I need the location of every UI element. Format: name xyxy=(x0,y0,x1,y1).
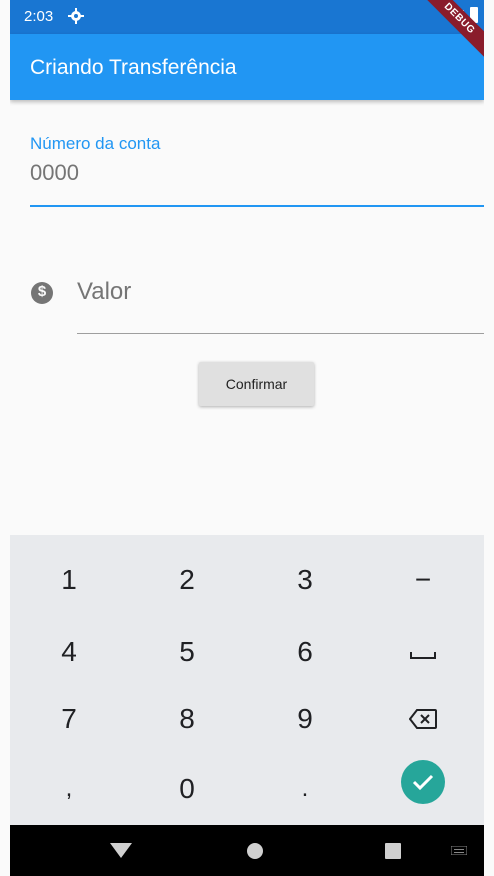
confirm-button[interactable]: Confirmar xyxy=(199,362,314,406)
key-5[interactable]: 5 xyxy=(128,618,246,686)
account-number-value[interactable]: 0000 xyxy=(30,160,484,186)
numeric-keyboard: 1 2 3 − 4 5 6 7 8 9 , 0 . xyxy=(10,535,484,825)
account-number-field[interactable]: Número da conta 0000 xyxy=(30,134,484,186)
nav-recents-icon[interactable] xyxy=(385,843,401,859)
key-comma[interactable]: , xyxy=(10,755,128,823)
value-input-underline xyxy=(77,333,484,334)
status-bar: 2:03 xyxy=(10,0,484,34)
system-nav-bar xyxy=(10,825,484,876)
monetization-icon: $ xyxy=(31,282,53,304)
value-input[interactable]: Valor xyxy=(77,278,131,306)
settings-gear-icon xyxy=(68,8,84,24)
keyboard-switch-icon[interactable] xyxy=(451,846,467,855)
key-1[interactable]: 1 xyxy=(10,546,128,614)
key-enter[interactable] xyxy=(364,750,482,818)
key-3[interactable]: 3 xyxy=(246,546,364,614)
space-icon xyxy=(410,652,436,659)
status-time: 2:03 xyxy=(24,8,54,25)
phone-screen: 2:03 Criando Transferência DEBUG Número … xyxy=(10,0,484,876)
nav-back-icon[interactable] xyxy=(110,843,132,858)
backspace-icon xyxy=(409,709,437,729)
account-number-underline xyxy=(30,205,484,207)
key-8[interactable]: 8 xyxy=(128,685,246,753)
key-2[interactable]: 2 xyxy=(128,546,246,614)
nav-home-icon[interactable] xyxy=(247,843,263,859)
key-dot[interactable]: . xyxy=(246,755,364,823)
account-number-label: Número da conta xyxy=(30,134,161,153)
key-backspace[interactable] xyxy=(364,685,482,753)
key-space[interactable] xyxy=(364,618,482,686)
key-7[interactable]: 7 xyxy=(10,685,128,753)
key-9[interactable]: 9 xyxy=(246,685,364,753)
page-title: Criando Transferência xyxy=(30,56,237,79)
key-0[interactable]: 0 xyxy=(128,755,246,823)
key-4[interactable]: 4 xyxy=(10,618,128,686)
screen: 2:03 Criando Transferência DEBUG Número … xyxy=(0,0,494,876)
enter-check-icon xyxy=(401,760,445,804)
app-bar: Criando Transferência xyxy=(10,34,484,100)
key-minus[interactable]: − xyxy=(364,546,482,614)
key-6[interactable]: 6 xyxy=(246,618,364,686)
